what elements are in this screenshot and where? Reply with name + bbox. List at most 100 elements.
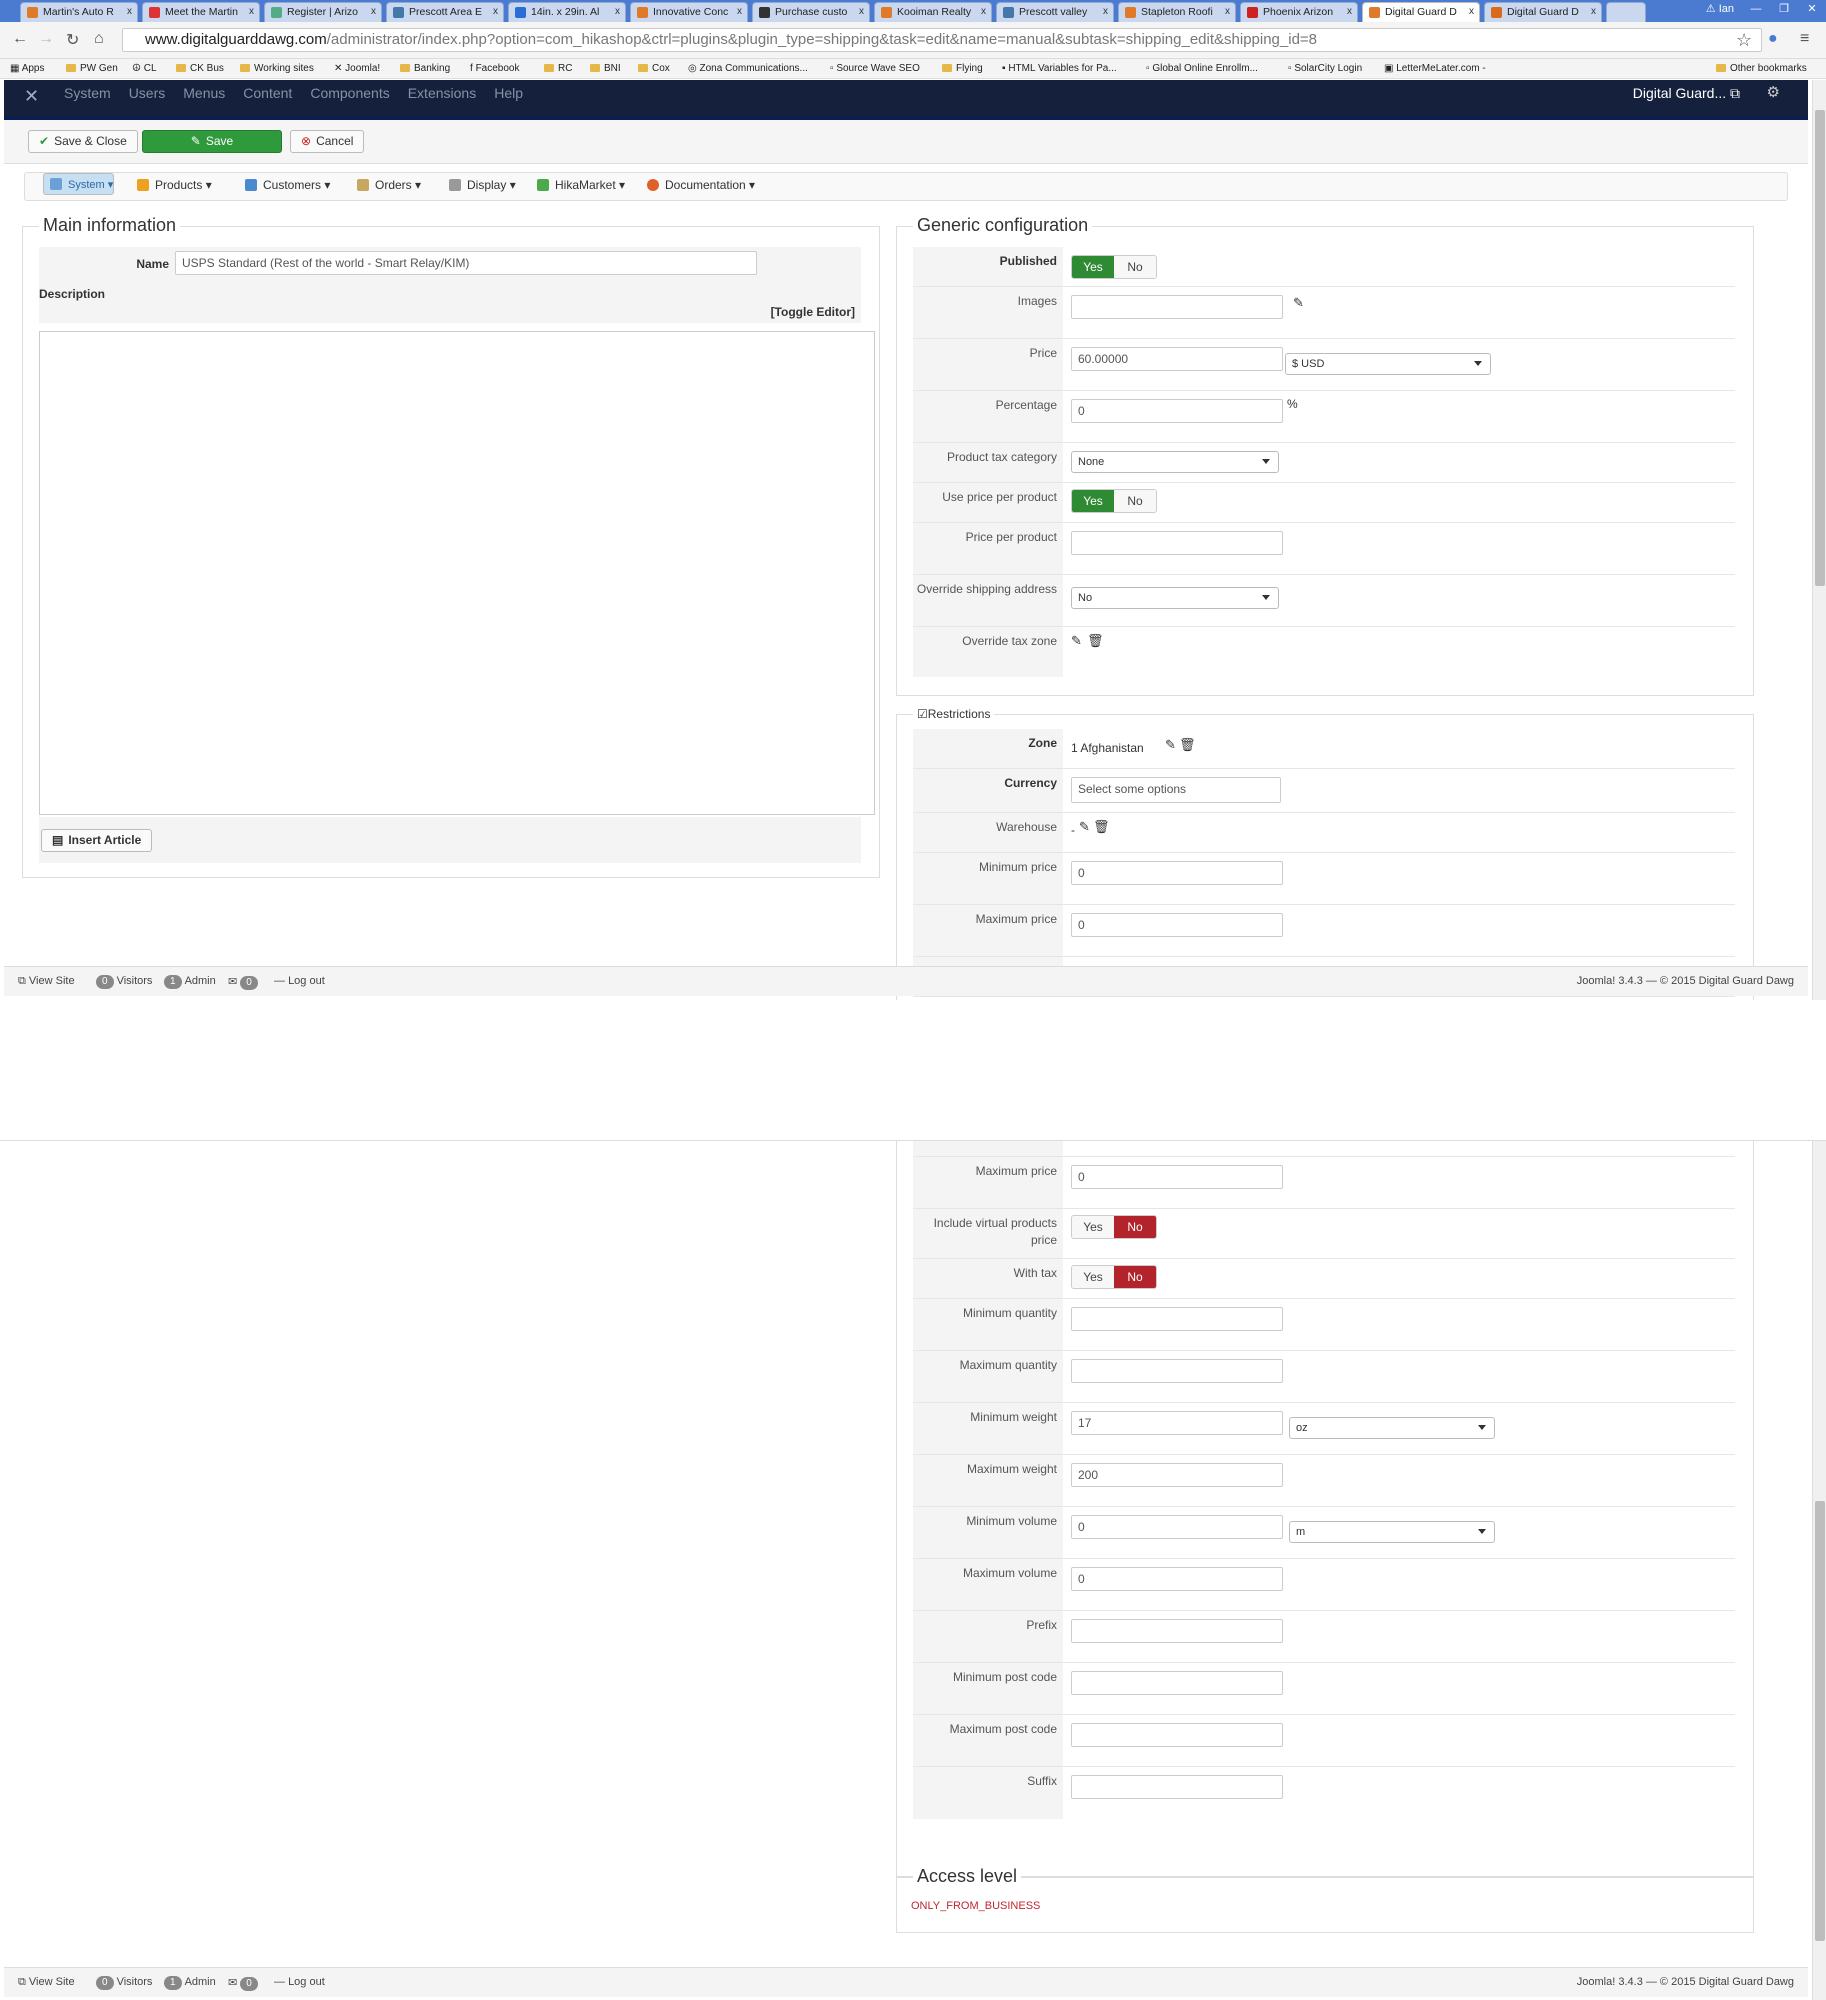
menu-content[interactable]: Content bbox=[243, 85, 292, 101]
menu-system[interactable]: System bbox=[64, 85, 111, 101]
bookmark[interactable]: ▫ SolarCity Login bbox=[1288, 63, 1362, 74]
restrictions-checkbox[interactable]: ☑ bbox=[917, 707, 928, 721]
back-icon[interactable]: ← bbox=[12, 30, 28, 48]
menu-components[interactable]: Components bbox=[310, 85, 389, 101]
bookmark[interactable]: BNI bbox=[590, 63, 621, 74]
maximum-price-input[interactable]: 0 bbox=[1071, 1165, 1283, 1189]
bookmark[interactable]: ▦ Apps bbox=[10, 63, 44, 74]
browser-tab[interactable]: Digital Guard Dx bbox=[1484, 2, 1602, 22]
browser-tab[interactable]: Stapleton Roofi x bbox=[1118, 2, 1236, 22]
no-option[interactable]: No bbox=[1114, 1266, 1156, 1288]
view-site-link[interactable]: ⧉ View Site bbox=[18, 1976, 75, 1989]
hika-menu-system[interactable]: System ▾ bbox=[43, 173, 115, 195]
toggle-editor-link[interactable]: [Toggle Editor] bbox=[771, 305, 855, 319]
trash-icon[interactable]: 🗑 bbox=[1179, 737, 1196, 753]
view-site-link[interactable]: ⧉ View Site bbox=[18, 975, 75, 988]
minimum-price-input[interactable]: 0 bbox=[1071, 861, 1283, 885]
no-option[interactable]: No bbox=[1114, 1216, 1156, 1238]
bookmark[interactable]: ▣ LetterMeLater.com - bbox=[1384, 63, 1486, 74]
bookmark[interactable]: ▪ HTML Variables for Pa... bbox=[1002, 63, 1117, 74]
close-icon[interactable]: x bbox=[127, 6, 132, 17]
menu-icon[interactable]: ≡ bbox=[1800, 30, 1809, 48]
pencil-icon[interactable]: ✎ bbox=[1165, 737, 1176, 753]
close-icon[interactable]: x bbox=[371, 6, 376, 17]
close-icon[interactable]: x bbox=[859, 6, 864, 17]
yes-option[interactable]: Yes bbox=[1072, 256, 1114, 278]
minimum-weight-input[interactable]: 17 bbox=[1071, 1411, 1283, 1435]
override-shipping-select[interactable]: No bbox=[1071, 587, 1279, 609]
browser-tab[interactable]: Innovative Conc x bbox=[630, 2, 748, 22]
restore-icon[interactable]: ❐ bbox=[1770, 0, 1798, 18]
trash-icon[interactable]: 🗑 bbox=[1087, 633, 1104, 649]
scrollbar-thumb[interactable] bbox=[1815, 1501, 1825, 1941]
bookmark[interactable]: ◎ Zona Communications... bbox=[688, 63, 808, 74]
volume-unit-select[interactable]: m bbox=[1289, 1521, 1495, 1543]
bookmark[interactable]: ☮ CL bbox=[132, 63, 157, 74]
bookmark[interactable]: f Facebook bbox=[470, 63, 519, 74]
suffix-input[interactable] bbox=[1071, 1775, 1283, 1799]
include-virtual-toggle[interactable]: Yes No bbox=[1071, 1215, 1157, 1239]
currency-select[interactable]: $ USD bbox=[1285, 353, 1491, 375]
menu-help[interactable]: Help bbox=[494, 85, 523, 101]
pencil-icon[interactable]: ✎ bbox=[1079, 819, 1090, 835]
browser-user[interactable]: ⚠ Ian bbox=[1706, 2, 1734, 15]
joomla-logo-icon[interactable]: ✕ bbox=[24, 86, 39, 107]
browser-tab[interactable]: Register | Arizo x bbox=[264, 2, 382, 22]
close-icon[interactable]: x bbox=[737, 6, 742, 17]
minimize-icon[interactable]: — bbox=[1742, 0, 1770, 18]
hika-menu-customers[interactable]: Customers ▾ bbox=[237, 173, 338, 200]
close-icon[interactable]: x bbox=[1347, 6, 1352, 17]
bookmark[interactable]: ✕ Joomla! bbox=[334, 63, 380, 74]
close-icon[interactable]: x bbox=[615, 6, 620, 17]
maximum-post-code-input[interactable] bbox=[1071, 1723, 1283, 1747]
browser-tab[interactable]: Phoenix Arizon x bbox=[1240, 2, 1358, 22]
minimum-post-code-input[interactable] bbox=[1071, 1671, 1283, 1695]
pencil-icon[interactable]: ✎ bbox=[1293, 295, 1304, 311]
pencil-icon[interactable]: ✎ bbox=[1071, 633, 1082, 649]
bookmark[interactable]: Banking bbox=[400, 63, 450, 74]
close-icon[interactable]: x bbox=[249, 6, 254, 17]
bookmark[interactable]: PW Gen bbox=[66, 63, 118, 74]
star-icon[interactable]: ☆ bbox=[1736, 30, 1752, 51]
bookmark[interactable]: Flying bbox=[942, 63, 983, 74]
bookmark[interactable]: Working sites bbox=[240, 63, 314, 74]
prefix-input[interactable] bbox=[1071, 1619, 1283, 1643]
price-input[interactable]: 60.00000 bbox=[1071, 347, 1283, 371]
description-editor[interactable] bbox=[39, 331, 875, 815]
currency-multiselect[interactable]: Select some options bbox=[1071, 777, 1281, 803]
browser-tab-active[interactable]: Digital Guard Dx bbox=[1362, 2, 1480, 22]
browser-tab[interactable]: Martin's Auto Rx bbox=[20, 2, 138, 22]
bookmark[interactable]: ▫ Global Online Enrollm... bbox=[1146, 63, 1258, 74]
published-toggle[interactable]: Yes No bbox=[1071, 255, 1157, 279]
minimum-quantity-input[interactable] bbox=[1071, 1307, 1283, 1331]
scrollbar[interactable] bbox=[1812, 1141, 1826, 2000]
maximum-price-input[interactable]: 0 bbox=[1071, 913, 1283, 937]
site-link[interactable]: Digital Guard... ⧉ bbox=[1633, 85, 1740, 102]
name-input[interactable]: USPS Standard (Rest of the world - Smart… bbox=[175, 251, 757, 275]
browser-tab[interactable]: Prescott valley x bbox=[996, 2, 1114, 22]
browser-tab[interactable]: Prescott Area Ex bbox=[386, 2, 504, 22]
url-field[interactable]: www.digitalguarddawg.com/administrator/i… bbox=[122, 28, 1762, 52]
yes-option[interactable]: Yes bbox=[1072, 1266, 1114, 1288]
bookmark[interactable]: Cox bbox=[638, 63, 670, 74]
close-icon[interactable]: x bbox=[1591, 6, 1596, 17]
menu-menus[interactable]: Menus bbox=[183, 85, 225, 101]
save-button[interactable]: ✎ Save bbox=[142, 130, 282, 153]
yes-option[interactable]: Yes bbox=[1072, 1216, 1114, 1238]
logout-link[interactable]: — Log out bbox=[274, 1976, 325, 1988]
maximum-quantity-input[interactable] bbox=[1071, 1359, 1283, 1383]
new-tab-button[interactable] bbox=[1606, 2, 1646, 22]
bookmark[interactable]: ▫ Source Wave SEO bbox=[830, 63, 920, 74]
trash-icon[interactable]: 🗑 bbox=[1093, 819, 1110, 835]
scrollbar-thumb[interactable] bbox=[1815, 110, 1825, 586]
bookmark[interactable]: CK Bus bbox=[176, 63, 224, 74]
maximum-weight-input[interactable]: 200 bbox=[1071, 1463, 1283, 1487]
hika-menu-products[interactable]: Products ▾ bbox=[129, 173, 220, 200]
minimum-volume-input[interactable]: 0 bbox=[1071, 1515, 1283, 1539]
browser-tab[interactable]: Kooiman Realty x bbox=[874, 2, 992, 22]
browser-tab[interactable]: Meet the Martin x bbox=[142, 2, 260, 22]
hika-menu-hikamarket[interactable]: HikaMarket ▾ bbox=[529, 173, 633, 200]
reload-icon[interactable]: ↻ bbox=[66, 30, 79, 50]
insert-article-button[interactable]: ▤ Insert Article bbox=[41, 829, 153, 852]
menu-extensions[interactable]: Extensions bbox=[408, 85, 476, 101]
